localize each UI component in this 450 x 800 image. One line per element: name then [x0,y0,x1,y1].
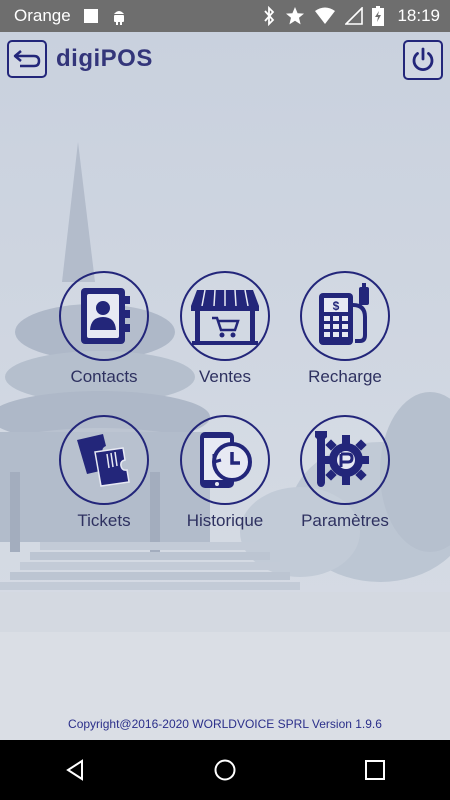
menu-label-tickets: Tickets [77,511,131,530]
star-icon [286,7,305,25]
recharge-button[interactable]: $ [300,271,390,361]
square-notification-icon [83,9,98,23]
carrier-name: Orange [14,6,71,25]
menu-label-historique: Historique [186,511,264,530]
shop-cart-icon [191,289,259,345]
pos-terminal-fuel-icon: $ [319,283,369,345]
contacts-book-icon [81,288,130,344]
menu-label-contacts: Contacts [70,367,138,386]
menu-label-recharge: Recharge [308,367,382,386]
menu-item-contacts[interactable]: Contacts [44,271,164,399]
app-bar: digiPOS [0,32,450,90]
app-title: digiPOS [56,45,153,72]
menu-label-ventes: Ventes [199,367,251,386]
menu-item-parametres[interactable]: Paramètres [285,415,405,543]
menu-item-historique[interactable]: Historique [165,415,285,543]
tickets-button[interactable] [59,415,149,505]
android-icon [113,11,124,25]
nav-home-button[interactable] [195,740,255,800]
status-bar: Orange 18:19 [0,0,450,32]
power-icon [412,47,434,72]
historique-button[interactable] [180,415,270,505]
copyright-text: Copyright@2016-2020 WORLDVOICE SPRL Vers… [68,717,382,731]
back-button[interactable] [7,40,47,78]
contacts-button[interactable] [59,271,149,361]
screen: Orange 18:19 digiPOS Contacts Ventes $ R… [0,0,450,800]
menu-label-parametres: Paramètres [301,511,389,530]
menu-item-tickets[interactable]: Tickets [44,415,164,543]
navigation-bar [0,740,450,800]
menu-item-recharge[interactable]: $ Recharge [285,271,405,399]
bluetooth-icon [264,6,275,26]
wifi-icon [315,7,336,24]
nav-back-icon [66,759,83,781]
parametres-button[interactable] [300,415,390,505]
nav-home-icon [214,759,236,781]
back-arrow-icon [13,50,41,68]
ventes-button[interactable] [180,271,270,361]
nav-recents-button[interactable] [345,740,405,800]
nav-recents-icon [365,760,385,780]
no-sim-icon [345,7,364,25]
tickets-icon [77,434,130,487]
power-button[interactable] [403,40,443,80]
settings-gear-icon [315,431,369,487]
svg-text:$: $ [333,299,340,313]
nav-back-button[interactable] [45,740,105,800]
menu-item-ventes[interactable]: Ventes [165,271,285,399]
phone-history-icon [200,432,252,488]
status-time: 18:19 [397,6,440,25]
battery-charging-icon [372,6,385,26]
